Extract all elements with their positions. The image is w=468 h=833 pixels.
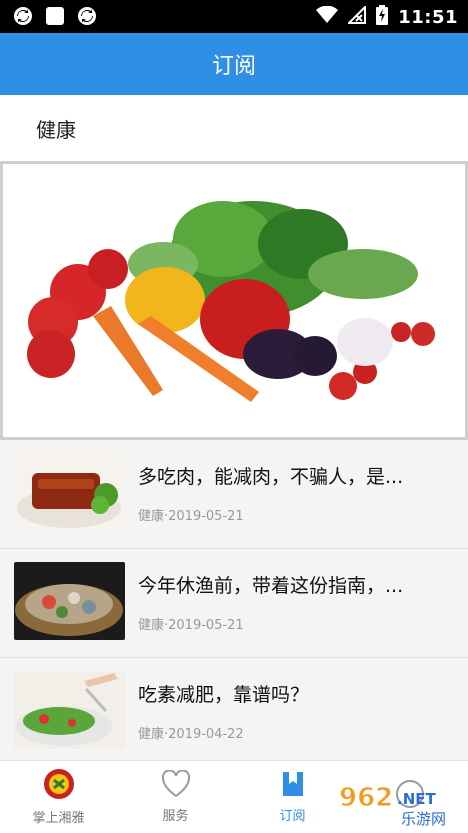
article-meta: 健康·2019-05-21 [138, 618, 244, 633]
seafood-platter-thumbnail [14, 562, 125, 640]
no-signal-icon [346, 4, 367, 28]
tab-label: 掌上湘雅 [32, 811, 85, 826]
tab-label: 订阅 [279, 809, 306, 824]
page-title: 订阅 [211, 54, 256, 79]
status-bar: 11:51 [0, 0, 468, 33]
section-title: 健康 [36, 117, 76, 142]
article-meta: 健康·2019-04-22 [138, 727, 244, 742]
status-right-icons: 11:51 [316, 4, 458, 29]
site-watermark: 962 .NET 乐游网 [335, 780, 460, 829]
sync-icon [12, 5, 34, 27]
article-title: 今年休渔前，带着这份指南，... [138, 575, 404, 597]
sync-icon [76, 5, 98, 27]
watermark-site-name: 乐游网 [401, 810, 446, 828]
app-bar: 订阅 [0, 33, 468, 95]
status-left-icons [12, 5, 98, 27]
article-meta: 健康·2019-05-21 [138, 509, 244, 524]
watermark-net: .NET [397, 790, 436, 808]
article-title: 吃素减肥，靠谱吗？ [138, 684, 310, 706]
wifi-icon [316, 5, 339, 28]
list-item[interactable]: 多吃肉，能减肉，不骗人，是... 健康·2019-05-21 [0, 440, 468, 549]
braised-pork-thumbnail [14, 453, 125, 531]
section-header: 健康 [0, 95, 468, 161]
vegetables-image [3, 164, 465, 437]
heart-icon [161, 769, 191, 802]
status-time: 11:51 [398, 6, 458, 28]
tab-service[interactable]: 服务 [117, 761, 234, 833]
salad-thumbnail [14, 671, 125, 749]
bookmark-icon [281, 770, 305, 802]
hero-caption: 全民营养周：多吃蔬果，你听过但不... [13, 405, 302, 425]
list-item[interactable]: 今年休渔前，带着这份指南，... 健康·2019-05-21 [0, 549, 468, 658]
tab-label: 服务 [162, 809, 189, 824]
square-icon [44, 5, 66, 27]
tab-subscribe[interactable]: 订阅 [234, 761, 351, 833]
battery-charging-icon [376, 5, 389, 29]
article-title: 多吃肉，能减肉，不骗人，是... [138, 466, 404, 488]
tab-home[interactable]: 掌上湘雅 [0, 761, 117, 833]
hero-banner[interactable]: 全民营养周：多吃蔬果，你听过但不... [0, 161, 468, 440]
list-item[interactable]: 吃素减肥，靠谱吗？ 健康·2019-04-22 [0, 658, 468, 767]
hospital-logo-icon [43, 768, 75, 804]
article-list: 多吃肉，能减肉，不骗人，是... 健康·2019-05-21 今年休渔前，带着这… [0, 440, 468, 767]
watermark-number: 962 [339, 783, 393, 813]
